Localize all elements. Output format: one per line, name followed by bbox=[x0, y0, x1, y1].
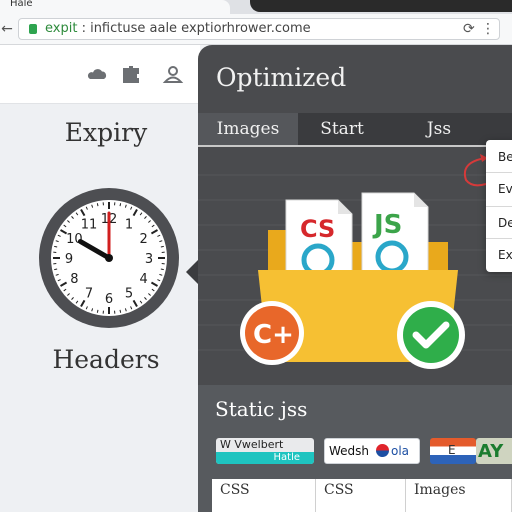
clock-numeral: 1 bbox=[125, 217, 133, 232]
tab-strip: Hale bbox=[0, 0, 512, 14]
menu-icon[interactable]: ⋮ bbox=[481, 21, 495, 37]
clock-numeral: 8 bbox=[70, 272, 78, 287]
clock-numeral: 9 bbox=[65, 252, 73, 267]
clock-tick bbox=[54, 245, 58, 248]
folder-illustration: CS JS C+ bbox=[240, 192, 465, 369]
static-section-title: Static jss bbox=[215, 397, 308, 421]
left-toolbar bbox=[0, 45, 200, 104]
badge-flag-text: E bbox=[448, 443, 456, 457]
back-arrow-icon[interactable]: ← bbox=[0, 19, 14, 39]
menu-divider bbox=[486, 172, 512, 173]
clock-tick bbox=[96, 203, 99, 207]
tab-start[interactable]: Start bbox=[298, 113, 386, 145]
optimized-panel: Optimized Images Start Jss CS JS C+ Stat… bbox=[198, 45, 512, 512]
headers-caption: Headers bbox=[52, 345, 160, 374]
cplus-label: C+ bbox=[253, 320, 294, 350]
clock-numeral: 5 bbox=[125, 287, 133, 302]
badge-wedsh[interactable]: Wedsh ola bbox=[324, 438, 420, 464]
badge-ay[interactable]: AY bbox=[476, 438, 512, 464]
expiry-heading: Expiry bbox=[64, 118, 148, 147]
pepsi-logo-icon bbox=[376, 444, 389, 457]
tab-jss[interactable]: Jss bbox=[386, 113, 492, 145]
clock-numeral: 3 bbox=[145, 252, 153, 267]
extension-icon[interactable] bbox=[120, 63, 142, 85]
clock-tick bbox=[119, 309, 122, 313]
browser-toolbar: ← expit : infictuse aale exptiorhrower.c… bbox=[0, 14, 512, 45]
menu-divider bbox=[486, 238, 512, 239]
badge-wedsh-text: Wedsh bbox=[329, 444, 370, 458]
badge-ay-text: AY bbox=[478, 441, 504, 462]
context-menu-item[interactable]: Ex bbox=[498, 248, 512, 262]
badge-webserver-top: W Vwelbert bbox=[220, 438, 284, 451]
clock-tick bbox=[160, 245, 164, 248]
user-icon[interactable] bbox=[162, 63, 184, 85]
css-file-label: CS bbox=[300, 215, 335, 243]
menu-divider bbox=[486, 206, 512, 207]
table-cell: CSS bbox=[212, 479, 316, 512]
tab-bar: Images Start Jss bbox=[198, 113, 512, 145]
clock-tick bbox=[96, 309, 99, 313]
badge-webserver-bottom: Hatle bbox=[216, 452, 314, 464]
lock-icon bbox=[29, 24, 37, 34]
url-text[interactable]: expit : infictuse aale exptiorhrower.com… bbox=[45, 21, 311, 37]
tab-underline bbox=[198, 145, 512, 147]
context-menu-item[interactable]: Ev bbox=[498, 182, 512, 196]
context-menu-item[interactable]: Be bbox=[498, 150, 512, 164]
context-menu: Be Ev De Ex bbox=[486, 140, 512, 272]
context-menu-item[interactable]: De bbox=[498, 216, 512, 230]
window-frame bbox=[250, 0, 512, 12]
table-cell: CSS bbox=[316, 479, 406, 512]
url-scheme: expit bbox=[45, 21, 78, 36]
tab-images[interactable]: Images bbox=[198, 113, 298, 145]
badge-flag[interactable]: E bbox=[430, 438, 476, 464]
static-table: CSS CSS Images bbox=[212, 479, 512, 512]
cloud-icon[interactable] bbox=[86, 63, 108, 85]
panel-title: Optimized bbox=[216, 63, 347, 92]
js-file-label: JS bbox=[372, 210, 402, 240]
clock-tick bbox=[54, 268, 58, 271]
cplus-badge: C+ bbox=[240, 301, 304, 365]
clock-numeral: 2 bbox=[140, 232, 148, 247]
panel-pointer bbox=[186, 260, 198, 284]
url-domain: : infictuse aale exptiorhrower.come bbox=[77, 21, 311, 36]
check-icon bbox=[397, 301, 465, 369]
clock-tick bbox=[119, 203, 122, 207]
clock-numeral: 7 bbox=[85, 287, 93, 302]
tab-title: Hale bbox=[10, 0, 33, 9]
refresh-icon[interactable]: ⟳ bbox=[463, 21, 475, 37]
clock-icon: 121234567891011 bbox=[39, 188, 179, 328]
table-cell: Images bbox=[406, 479, 512, 512]
browser-tab[interactable]: Hale bbox=[0, 0, 230, 14]
badge-webserver[interactable]: W Vwelbert Hatle bbox=[216, 438, 314, 464]
badge-wedsh-suffix: ola bbox=[391, 444, 410, 458]
clock-numeral: 11 bbox=[81, 217, 98, 232]
clock-tick bbox=[160, 268, 164, 271]
address-bar[interactable]: expit : infictuse aale exptiorhrower.com… bbox=[18, 18, 500, 40]
clock-numeral: 4 bbox=[140, 272, 148, 287]
clock-numeral: 6 bbox=[105, 292, 113, 307]
